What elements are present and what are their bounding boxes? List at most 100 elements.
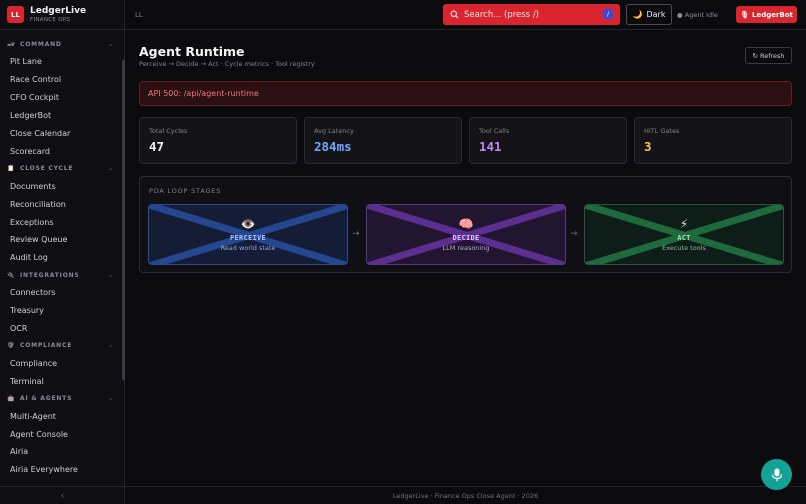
- stat-value: 47: [149, 139, 165, 154]
- search-input[interactable]: Search... (press /) /: [443, 4, 620, 25]
- sidebar-item[interactable]: LedgerBot: [0, 107, 122, 125]
- sidebar-section-label: COMMAND: [20, 41, 62, 48]
- agent-status: ● Agent Idle: [677, 11, 718, 19]
- shield-icon: 🛡: [7, 342, 16, 350]
- sidebar-section-header[interactable]: 🤖 AI & AGENTS ⌄: [0, 390, 122, 407]
- pda-stage-name: ACT: [677, 234, 691, 242]
- sidebar-item[interactable]: OCR: [0, 320, 122, 338]
- chevron-down-icon: ⌄: [108, 342, 114, 350]
- pda-stage-decide[interactable]: 🧠 DECIDE LLM reasoning: [366, 204, 566, 265]
- sidebar-item[interactable]: Pit Lane: [0, 53, 122, 71]
- stat-label: Tool Calls: [479, 127, 510, 135]
- breadcrumb[interactable]: LL: [135, 11, 143, 19]
- lightning-icon: ⚡: [679, 217, 689, 231]
- racecar-icon: 🏎: [7, 41, 16, 48]
- pda-stage-description: Read world state: [220, 244, 276, 252]
- stat-label: Total Cycles: [149, 127, 188, 135]
- arrow-right-icon: →: [570, 229, 578, 239]
- brand-logo: LL: [7, 6, 24, 23]
- sidebar-section-header[interactable]: 🏎 COMMAND ⌄: [0, 36, 122, 53]
- sidebar-item[interactable]: Reconciliation: [0, 195, 122, 213]
- mic-icon: 🎙: [740, 10, 749, 19]
- sidebar-item[interactable]: Documents: [0, 177, 122, 195]
- pda-stage-description: Execute tools: [662, 244, 706, 252]
- pda-stage-name: PERCEIVE: [229, 234, 267, 242]
- chevron-left-icon: ‹: [60, 491, 65, 500]
- sidebar-item[interactable]: Airia Everywhere: [0, 461, 122, 479]
- sidebar-item[interactable]: Scorecard: [0, 142, 122, 160]
- search-placeholder: Search... (press /): [464, 9, 539, 20]
- collapse-sidebar-button[interactable]: ‹: [0, 486, 125, 504]
- sidebar-section-label: INTEGRATIONS: [20, 271, 80, 279]
- pda-stage-name: DECIDE: [452, 234, 480, 242]
- chevron-down-icon: ⌄: [108, 271, 114, 279]
- theme-label: Dark: [646, 10, 666, 19]
- microphone-icon: [771, 468, 782, 481]
- sidebar-section-label: AI & AGENTS: [20, 395, 73, 403]
- pda-panel-title: PDA LOOP STAGES: [149, 187, 222, 195]
- sidebar-item[interactable]: Compliance: [0, 354, 122, 372]
- chevron-down-icon: ⌄: [108, 165, 114, 173]
- brain-icon: 🧠: [458, 217, 474, 231]
- plug-icon: 🔌: [7, 271, 16, 279]
- sidebar-item[interactable]: Connectors: [0, 284, 122, 302]
- stat-card-tool-calls: Tool Calls 141: [469, 117, 627, 164]
- sidebar-section-header[interactable]: 🛡 COMPLIANCE ⌄: [0, 337, 122, 354]
- stat-card-total-cycles: Total Cycles 47: [139, 117, 297, 164]
- moon-icon: 🌙: [632, 10, 643, 19]
- sidebar-item[interactable]: Multi-Agent: [0, 407, 122, 425]
- chevron-down-icon: ⌄: [108, 41, 114, 48]
- arrow-right-icon: →: [352, 229, 360, 239]
- pda-loop-panel: PDA LOOP STAGES 👁️ PERCEIVE Read world sta…: [139, 176, 792, 273]
- stat-card-hitl-gates: HITL Gates 3: [634, 117, 792, 164]
- sidebar-item[interactable]: CFO Cockpit: [0, 89, 122, 107]
- sidebar-item[interactable]: Audit Log: [0, 249, 122, 267]
- stat-label: Avg Latency: [314, 127, 354, 135]
- refresh-button[interactable]: ↻ Refresh: [745, 47, 792, 64]
- brand[interactable]: LL LedgerLive FINANCE OPS: [0, 0, 124, 30]
- brand-subtitle: FINANCE OPS: [30, 16, 71, 23]
- pda-stage-description: LLM reasoning: [442, 244, 490, 252]
- robot-icon: 🤖: [7, 395, 16, 403]
- sidebar-nav: 🏎 COMMAND ⌄ Pit Lane Race Control CFO Cockpit…: [0, 36, 122, 479]
- status-dot-icon: ●: [677, 11, 683, 19]
- sidebar-section-label: CLOSE CYCLE: [20, 165, 74, 173]
- sidebar-item[interactable]: Exceptions: [0, 213, 122, 231]
- pda-stage-perceive[interactable]: 👁️ PERCEIVE Read world state: [148, 204, 348, 265]
- chevron-down-icon: ⌄: [108, 395, 114, 403]
- stat-value: 3: [644, 139, 652, 154]
- page-subtitle: Perceive → Decide → Act · Cycle metrics …: [139, 60, 315, 68]
- agent-status-label: Agent Idle: [684, 11, 718, 19]
- stat-value: 141: [479, 139, 502, 154]
- sidebar-item[interactable]: Review Queue: [0, 231, 122, 249]
- brand-title: LedgerLive: [30, 6, 87, 17]
- sidebar-item[interactable]: Agent Console: [0, 425, 122, 443]
- search-shortcut-key: /: [603, 9, 613, 19]
- page-title: Agent Runtime: [139, 44, 245, 59]
- stats-row: Total Cycles 47 Avg Latency 284ms Tool C…: [139, 117, 792, 164]
- sidebar: LL LedgerLive FINANCE OPS 🏎 COMMAND ⌄ Pit L…: [0, 0, 125, 504]
- sidebar-item[interactable]: Airia: [0, 443, 122, 461]
- sidebar-section-label: COMPLIANCE: [20, 342, 73, 350]
- clipboard-icon: 📋: [7, 165, 16, 173]
- top-header: LL Search... (press /) / 🌙 Dark ● Agent …: [125, 0, 806, 30]
- main-content: Agent Runtime Perceive → Decide → Act · …: [125, 31, 806, 486]
- stat-value: 284ms: [314, 139, 352, 154]
- eye-icon: 👁️: [240, 217, 256, 231]
- sidebar-item[interactable]: Close Calendar: [0, 125, 122, 143]
- sidebar-item[interactable]: Terminal: [0, 372, 122, 390]
- sidebar-item[interactable]: Race Control: [0, 71, 122, 89]
- stat-card-avg-latency: Avg Latency 284ms: [304, 117, 462, 164]
- sidebar-section-header[interactable]: 🔌 INTEGRATIONS ⌄: [0, 267, 122, 284]
- pda-stage-act[interactable]: ⚡ ACT Execute tools: [584, 204, 784, 265]
- ledgerbot-label: LedgerBot: [751, 10, 793, 19]
- stat-label: HITL Gates: [644, 127, 680, 135]
- sidebar-item[interactable]: Treasury: [0, 302, 122, 320]
- search-icon: [450, 10, 459, 19]
- footer: LedgerLive · Finance Ops Close Agent · 2…: [125, 486, 806, 504]
- ledgerbot-button[interactable]: 🎙 LedgerBot: [736, 6, 797, 23]
- sidebar-section-header[interactable]: 📋 CLOSE CYCLE ⌄: [0, 160, 122, 177]
- error-banner: API 500: /api/agent-runtime: [139, 81, 792, 106]
- theme-toggle-button[interactable]: 🌙 Dark: [626, 4, 672, 25]
- voice-assistant-button[interactable]: [761, 459, 792, 490]
